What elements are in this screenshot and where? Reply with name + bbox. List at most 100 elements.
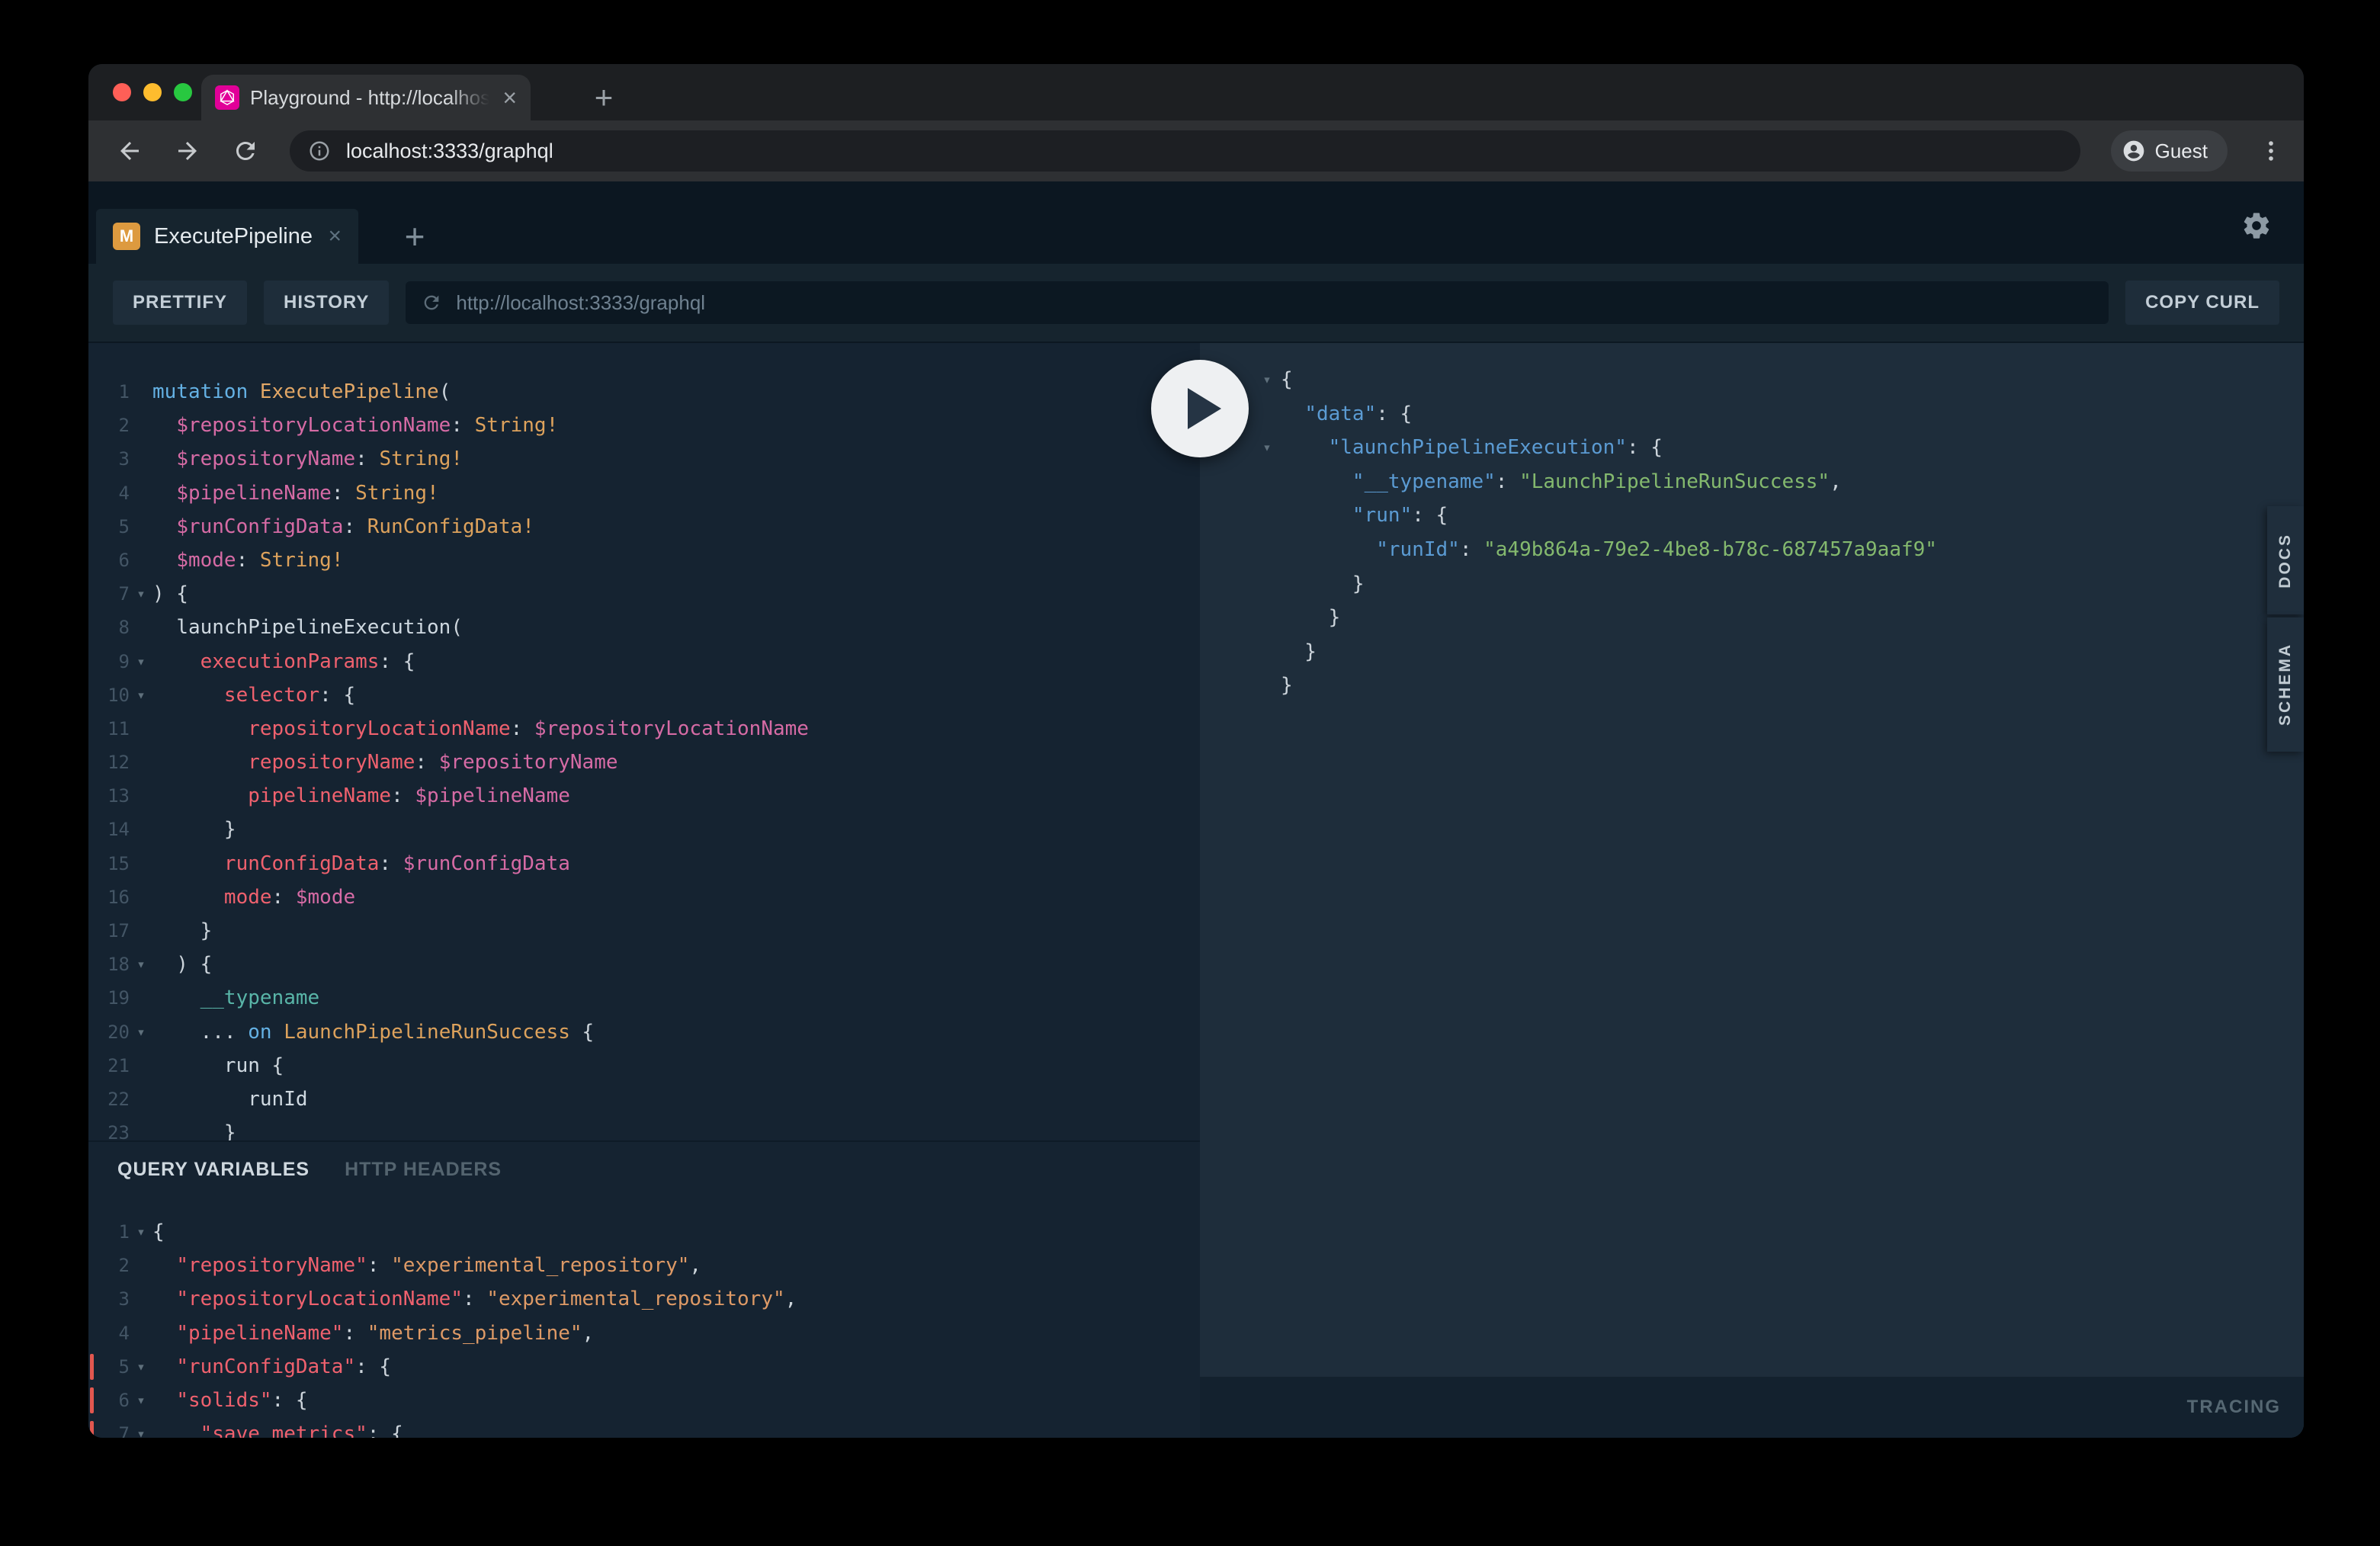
- variables-editor[interactable]: 1▾{2 "repositoryName": "experimental_rep…: [88, 1197, 1200, 1438]
- query-editor-line[interactable]: 14 }: [88, 813, 1200, 846]
- docs-side-tab[interactable]: DOCS: [2267, 506, 2304, 614]
- variables-editor-line[interactable]: 7▾ "save_metrics": {: [88, 1417, 1200, 1438]
- playground-tab-executepipeline[interactable]: M ExecutePipeline ×: [96, 209, 358, 264]
- query-editor-line[interactable]: 10▾ selector: {: [88, 678, 1200, 712]
- variables-editor-line[interactable]: 6▾ "solids": {: [88, 1384, 1200, 1417]
- endpoint-field[interactable]: http://localhost:3333/graphql: [406, 281, 2109, 324]
- copy-curl-button[interactable]: COPY CURL: [2125, 281, 2279, 325]
- playground-new-tab-button[interactable]: +: [393, 215, 436, 258]
- fold-caret-icon[interactable]: ▾: [130, 577, 152, 611]
- settings-gear-icon[interactable]: [2241, 210, 2272, 245]
- kebab-menu-icon[interactable]: [2258, 138, 2284, 164]
- playground-tab-close-icon[interactable]: ×: [328, 223, 342, 249]
- query-editor-line[interactable]: 13 pipelineName: $pipelineName: [88, 779, 1200, 813]
- response-viewer[interactable]: ▾{ "data": {▾ "launchPipelineExecution":…: [1200, 343, 2304, 1377]
- line-number: 18: [88, 948, 130, 981]
- fold-gutter: [1253, 635, 1281, 669]
- fold-caret-icon[interactable]: ▾: [130, 1417, 152, 1438]
- code-line-text: ) {: [152, 577, 1200, 611]
- forward-icon[interactable]: [174, 137, 201, 165]
- reload-icon[interactable]: [232, 137, 259, 165]
- site-info-icon[interactable]: [308, 140, 331, 162]
- response-line[interactable]: "data": {: [1253, 397, 2304, 431]
- query-editor-line[interactable]: 3 $repositoryName: String!: [88, 442, 1200, 476]
- history-button[interactable]: HISTORY: [264, 281, 389, 325]
- query-editor-line[interactable]: 6 $mode: String!: [88, 544, 1200, 577]
- profile-label: Guest: [2155, 140, 2208, 163]
- fold-caret-icon[interactable]: ▾: [1253, 363, 1281, 397]
- query-editor-line[interactable]: 9▾ executionParams: {: [88, 645, 1200, 678]
- query-editor-line[interactable]: 4 $pipelineName: String!: [88, 476, 1200, 510]
- window-close-button[interactable]: [113, 83, 131, 101]
- query-editor-line[interactable]: 17 }: [88, 914, 1200, 948]
- variables-editor-line[interactable]: 3 "repositoryLocationName": "experimenta…: [88, 1282, 1200, 1316]
- response-line[interactable]: }: [1253, 635, 2304, 669]
- fold-caret-icon[interactable]: ▾: [130, 1215, 152, 1249]
- browser-tab-close-icon[interactable]: ×: [502, 85, 517, 110]
- fold-gutter: [130, 611, 152, 644]
- query-editor-line[interactable]: 18▾ ) {: [88, 948, 1200, 981]
- variables-editor-line[interactable]: 5▾ "runConfigData": {: [88, 1350, 1200, 1384]
- fold-caret-icon[interactable]: ▾: [130, 1350, 152, 1384]
- response-line[interactable]: ▾ "launchPipelineExecution": {: [1253, 431, 2304, 465]
- back-icon[interactable]: [116, 137, 143, 165]
- query-editor-line[interactable]: 20▾ ... on LaunchPipelineRunSuccess {: [88, 1015, 1200, 1049]
- code-line-text: executionParams: {: [152, 645, 1200, 678]
- tab-http-headers[interactable]: HTTP HEADERS: [345, 1159, 502, 1181]
- query-editor-line[interactable]: 21 run {: [88, 1049, 1200, 1083]
- fold-caret-icon[interactable]: ▾: [130, 1015, 152, 1049]
- browser-tab-title: Playground - http://localhost:3: [250, 86, 492, 110]
- fold-caret-icon[interactable]: ▾: [130, 678, 152, 712]
- query-editor-line[interactable]: 8 launchPipelineExecution(: [88, 611, 1200, 644]
- query-editor-line[interactable]: 16 mode: $mode: [88, 880, 1200, 914]
- window-zoom-button[interactable]: [174, 83, 192, 101]
- line-number: 2: [88, 1249, 130, 1282]
- code-line-text: ... on LaunchPipelineRunSuccess {: [152, 1015, 1200, 1049]
- query-editor-line[interactable]: 11 repositoryLocationName: $repositoryLo…: [88, 712, 1200, 746]
- response-line[interactable]: ▾{: [1253, 363, 2304, 397]
- tracing-label: TRACING: [2187, 1397, 2281, 1418]
- address-bar[interactable]: localhost:3333/graphql: [290, 130, 2080, 172]
- response-line[interactable]: }: [1253, 669, 2304, 703]
- window-minimize-button[interactable]: [143, 83, 162, 101]
- line-number: 20: [88, 1015, 130, 1049]
- execute-button[interactable]: [1151, 360, 1249, 457]
- query-editor-line[interactable]: 5 $runConfigData: RunConfigData!: [88, 510, 1200, 544]
- code-line-text: repositoryLocationName: $repositoryLocat…: [152, 712, 1200, 746]
- variables-editor-line[interactable]: 1▾{: [88, 1215, 1200, 1249]
- response-line[interactable]: }: [1253, 601, 2304, 635]
- query-editor-line[interactable]: 15 runConfigData: $runConfigData: [88, 847, 1200, 880]
- response-line[interactable]: "__typename": "LaunchPipelineRunSuccess"…: [1253, 465, 2304, 499]
- profile-chip[interactable]: Guest: [2111, 130, 2228, 172]
- query-editor-line[interactable]: 19 __typename: [88, 981, 1200, 1015]
- response-line[interactable]: "run": {: [1253, 499, 2304, 533]
- variables-editor-line[interactable]: 4 "pipelineName": "metrics_pipeline",: [88, 1317, 1200, 1350]
- fold-caret-icon[interactable]: ▾: [130, 948, 152, 981]
- tab-query-variables[interactable]: QUERY VARIABLES: [117, 1159, 310, 1181]
- fold-caret-icon[interactable]: ▾: [1253, 431, 1281, 465]
- fold-caret-icon[interactable]: ▾: [130, 645, 152, 678]
- prettify-button[interactable]: PRETTIFY: [113, 281, 247, 325]
- response-line[interactable]: }: [1253, 567, 2304, 601]
- browser-tab[interactable]: Playground - http://localhost:3 ×: [201, 75, 531, 120]
- query-editor-line[interactable]: 1mutation ExecutePipeline(: [88, 375, 1200, 409]
- schema-side-tab[interactable]: SCHEMA: [2267, 617, 2304, 752]
- query-editor-line[interactable]: 12 repositoryName: $repositoryName: [88, 746, 1200, 779]
- fold-gutter: [130, 510, 152, 544]
- browser-new-tab-button[interactable]: +: [582, 76, 625, 119]
- line-number: 12: [88, 746, 130, 779]
- query-editor-line[interactable]: 22 runId: [88, 1083, 1200, 1116]
- variables-editor-line[interactable]: 2 "repositoryName": "experimental_reposi…: [88, 1249, 1200, 1282]
- fold-gutter: [130, 1116, 152, 1140]
- query-editor-line[interactable]: 2 $repositoryLocationName: String!: [88, 409, 1200, 442]
- line-number: 1: [88, 375, 130, 409]
- response-line[interactable]: "runId": "a49b864a-79e2-4be8-b78c-687457…: [1253, 533, 2304, 567]
- fold-caret-icon[interactable]: ▾: [130, 1384, 152, 1417]
- playground-main: 1mutation ExecutePipeline(2 $repositoryL…: [88, 343, 2304, 1438]
- query-editor[interactable]: 1mutation ExecutePipeline(2 $repositoryL…: [88, 343, 1200, 1140]
- reload-schema-icon[interactable]: [421, 292, 442, 313]
- query-editor-line[interactable]: 7▾) {: [88, 577, 1200, 611]
- query-editor-pane[interactable]: 1mutation ExecutePipeline(2 $repositoryL…: [88, 343, 1200, 1438]
- query-editor-line[interactable]: 23 }: [88, 1116, 1200, 1140]
- tracing-bar[interactable]: TRACING: [1200, 1377, 2304, 1438]
